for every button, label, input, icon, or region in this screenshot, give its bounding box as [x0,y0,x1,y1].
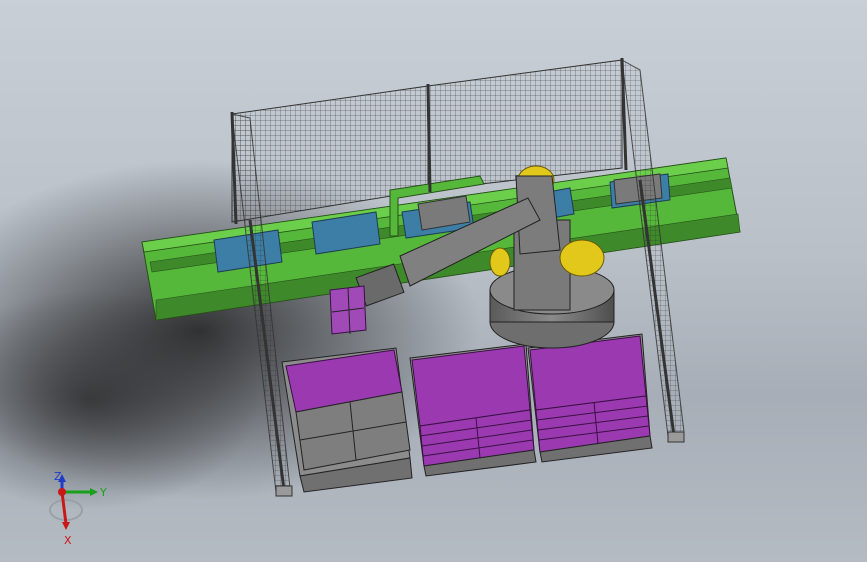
coordinate-triad-icon: Z Y X [49,470,107,547]
triad-z-label: Z [54,470,62,483]
pallet-stack-middle[interactable] [409,343,537,477]
triad-x-label: X [64,534,72,547]
motor [489,247,511,277]
fence-foot [667,431,685,443]
fence-post [426,83,432,193]
cad-scene[interactable] [0,0,867,562]
pallet-stack-left[interactable] [281,347,413,493]
motor [559,239,605,277]
triad-y-label: Y [99,486,107,499]
pallet-stack-right[interactable] [527,333,653,463]
fence-foot [275,485,293,497]
fence-back-panel [231,85,429,223]
3d-viewport[interactable]: Z Y X [0,0,867,562]
